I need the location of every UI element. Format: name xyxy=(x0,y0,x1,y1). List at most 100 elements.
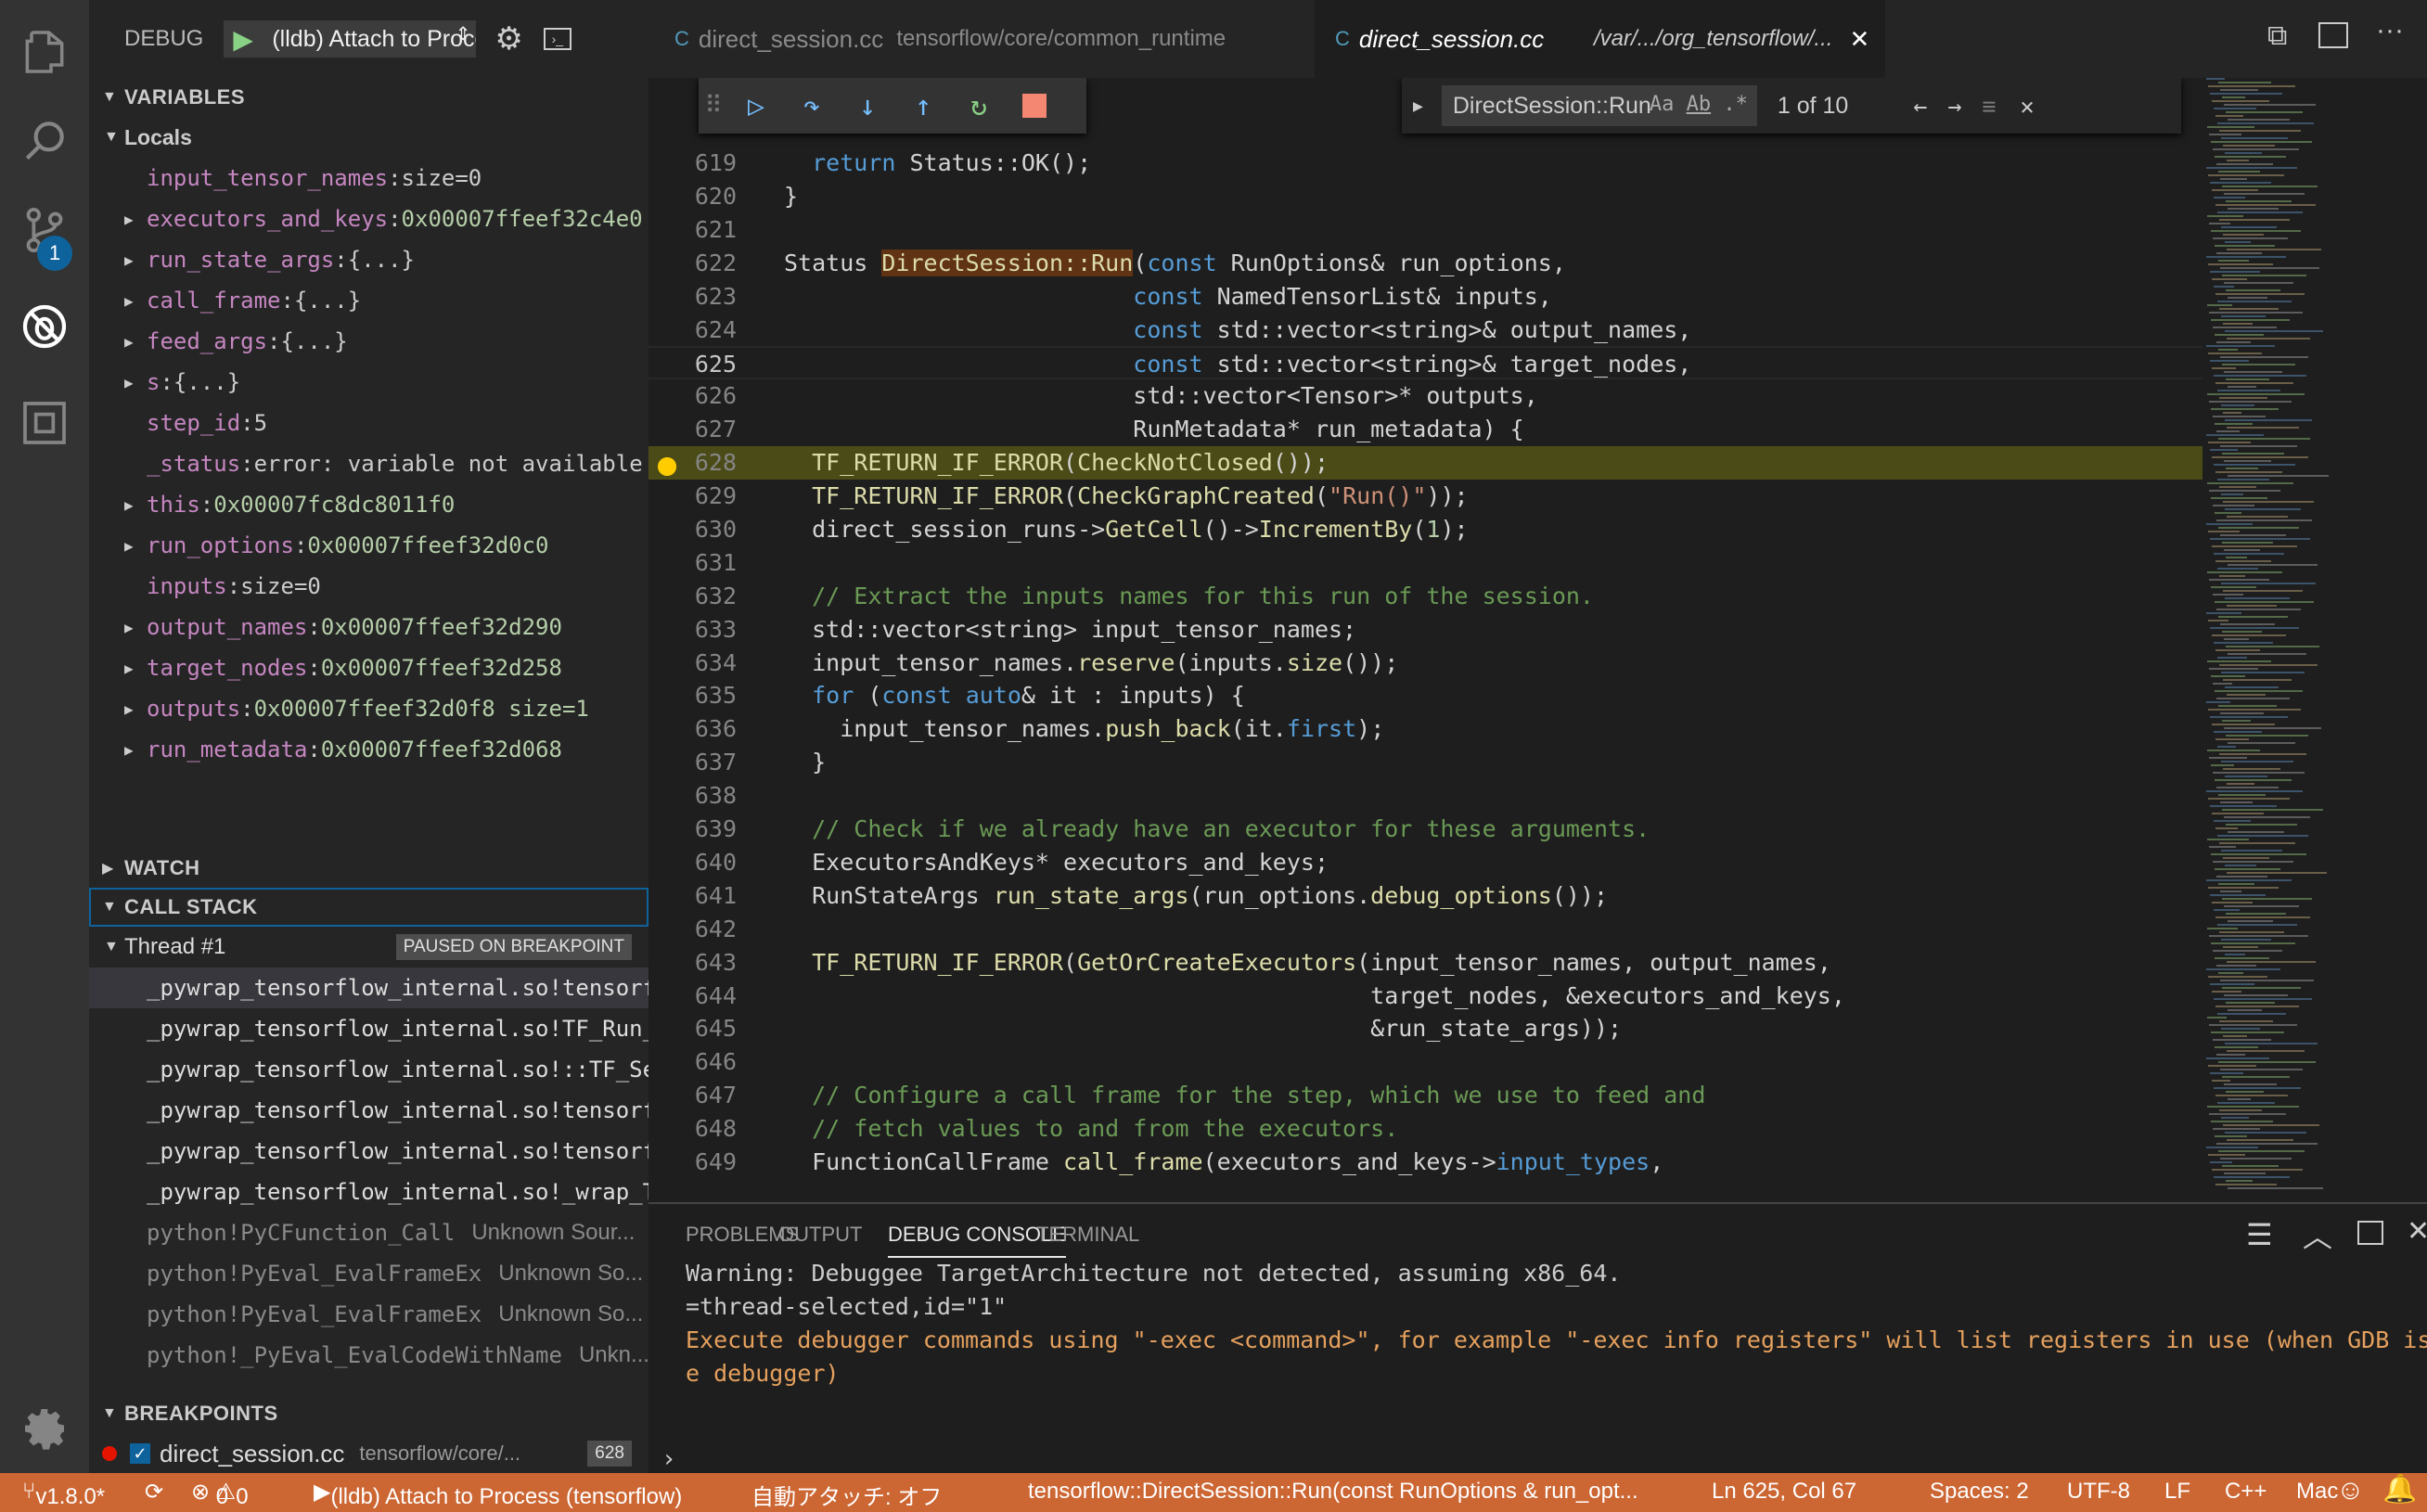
code-line[interactable]: 637 } xyxy=(648,746,2207,779)
code-line[interactable]: 636 input_tensor_names.push_back(it.firs… xyxy=(648,712,2207,746)
code-line[interactable]: 644 target_nodes, &executors_and_keys, xyxy=(648,980,2207,1013)
debug-icon[interactable] xyxy=(0,282,89,371)
expand-chevron-icon[interactable]: ▶ xyxy=(124,251,134,269)
code-line[interactable]: 641 RunStateArgs run_state_args(run_opti… xyxy=(648,879,2207,913)
step-over-icon[interactable]: ↷ xyxy=(784,78,840,134)
watch-section-header[interactable]: ▶ WATCH xyxy=(89,849,648,888)
tab-direct-session-inactive[interactable]: C direct_session.cc tensorflow/core/commo… xyxy=(648,0,1315,78)
expand-chevron-icon[interactable]: ▶ xyxy=(124,333,134,351)
sync-icon[interactable]: ⟳ xyxy=(145,1479,163,1506)
variable-run_state_args[interactable]: ▶ run_state_args: {...} xyxy=(89,239,648,280)
disconnect-icon[interactable] xyxy=(1007,78,1062,134)
toggle-replace-icon[interactable]: ▶ xyxy=(1413,96,1423,116)
eol-status[interactable]: LF xyxy=(2164,1479,2190,1505)
launch-config-select[interactable]: ▶ (lldb) Attach to Process ⇕ xyxy=(224,20,477,58)
code-line[interactable]: 638 xyxy=(648,779,2207,813)
indentation-status[interactable]: Spaces: 2 xyxy=(1930,1479,2029,1505)
expand-chevron-icon[interactable]: ▶ xyxy=(124,537,134,555)
variable-executors_and_keys[interactable]: ▶ executors_and_keys: 0x00007ffeef32c4e0 xyxy=(89,199,648,239)
expand-chevron-icon[interactable]: ▶ xyxy=(124,741,134,759)
split-editor-icon[interactable] xyxy=(2318,22,2348,48)
language-mode[interactable]: C++ xyxy=(2225,1479,2266,1505)
expand-chevron-icon[interactable]: ▶ xyxy=(124,211,134,228)
encoding-status[interactable]: UTF-8 xyxy=(2067,1479,2130,1505)
explorer-icon[interactable] xyxy=(0,7,89,96)
code-line[interactable]: 621 xyxy=(648,213,2207,247)
code-line[interactable]: 633 std::vector<string> input_tensor_nam… xyxy=(648,613,2207,647)
panel-tab-output[interactable]: OUTPUT xyxy=(778,1223,862,1247)
expand-chevron-icon[interactable]: ▶ xyxy=(124,660,134,677)
code-line[interactable]: 630 direct_session_runs->GetCell()->Incr… xyxy=(648,513,2207,546)
previous-match-icon[interactable]: ← xyxy=(1913,93,1927,120)
continue-icon[interactable]: ▷ xyxy=(728,78,784,134)
next-match-icon[interactable]: → xyxy=(1947,93,1961,120)
code-line[interactable]: 628 TF_RETURN_IF_ERROR(CheckNotClosed())… xyxy=(648,446,2207,481)
variable-step_id[interactable]: step_id: 5 xyxy=(89,403,648,443)
variable-outputs[interactable]: ▶ outputs: 0x00007ffeef32d0f8 size=1 xyxy=(89,688,648,729)
step-into-icon[interactable]: ↓ xyxy=(840,78,895,134)
code-line[interactable]: 619 return Status::OK(); xyxy=(648,147,2207,180)
step-out-icon[interactable]: ↑ xyxy=(895,78,951,134)
locals-scope[interactable]: ▼ Locals xyxy=(89,117,648,158)
problems-status[interactable]: ⊗ 0 ⚠ 0 xyxy=(191,1479,249,1509)
breakpoint-checkbox[interactable]: ✓ xyxy=(130,1443,150,1464)
stack-frame[interactable]: _pywrap_tensorflow_internal.so!::TF_Sess… xyxy=(89,1049,648,1090)
stack-frame[interactable]: _pywrap_tensorflow_internal.so!tensorflo… xyxy=(89,967,648,1008)
branch-status[interactable]: ⑂ v1.8.0* xyxy=(22,1479,105,1509)
code-line[interactable]: 639 // Check if we already have an execu… xyxy=(648,813,2207,846)
close-find-icon[interactable]: ✕ xyxy=(2020,93,2034,120)
variable-feed_args[interactable]: ▶ feed_args: {...} xyxy=(89,321,648,362)
breakpoint-item[interactable]: ✓ direct_session.cc tensorflow/core/... … xyxy=(89,1433,648,1473)
variable-target_nodes[interactable]: ▶ target_nodes: 0x00007ffeef32d258 xyxy=(89,647,648,688)
variable-run_options[interactable]: ▶ run_options: 0x00007ffeef32d0c0 xyxy=(89,525,648,566)
expand-chevron-icon[interactable]: ▶ xyxy=(124,700,134,718)
panel-tab-terminal[interactable]: TERMINAL xyxy=(1036,1223,1139,1247)
current-function-status[interactable]: tensorflow::DirectSession::Run(const Run… xyxy=(1028,1479,1638,1505)
code-line[interactable]: 624 const std::vector<string>& output_na… xyxy=(648,314,2207,347)
expand-chevron-icon[interactable]: ▶ xyxy=(124,292,134,310)
code-line[interactable]: 634 input_tensor_names.reserve(inputs.si… xyxy=(648,647,2207,680)
expand-chevron-icon[interactable]: ▶ xyxy=(124,496,134,514)
open-changes-icon[interactable]: ⧉ xyxy=(2267,20,2287,52)
variable-_status[interactable]: _status: error: variable not available xyxy=(89,443,648,484)
more-actions-icon[interactable]: ··· xyxy=(2376,15,2404,46)
code-line[interactable]: 646 xyxy=(648,1045,2207,1079)
code-line[interactable]: 635 for (const auto& it : inputs) { xyxy=(648,679,2207,712)
debug-console-icon[interactable]: ›_ xyxy=(543,28,571,50)
stack-frame[interactable]: _pywrap_tensorflow_internal.so!tensorflo… xyxy=(89,1131,648,1172)
stack-frame[interactable]: python!_PyEval_EvalCodeWithName Unkn... xyxy=(89,1335,648,1376)
code-line[interactable]: 629 TF_RETURN_IF_ERROR(CheckGraphCreated… xyxy=(648,480,2207,513)
variable-s[interactable]: ▶ s: {...} xyxy=(89,362,648,403)
toggle-panel-position-icon[interactable] xyxy=(2357,1221,2383,1245)
find-input[interactable]: DirectSession::Run Aa Ab .* xyxy=(1441,85,1757,126)
minimap[interactable] xyxy=(2202,78,2427,1202)
stack-frame[interactable]: python!PyCFunction_Call Unknown Sour... xyxy=(89,1212,648,1253)
tab-active-content[interactable]: C direct_session.cc xyxy=(1315,0,1613,78)
code-editor[interactable]: 619 return Status::OK(); 620} 621 622 Status… xyxy=(648,78,2427,1202)
thread-item[interactable]: ▼ Thread #1 PAUSED ON BREAKPOINT xyxy=(89,927,648,967)
source-control-icon[interactable]: 1 xyxy=(0,186,89,275)
variable-output_names[interactable]: ▶ output_names: 0x00007ffeef32d290 xyxy=(89,607,648,647)
code-line[interactable]: 626 std::vector<Tensor>* outputs, xyxy=(648,379,2207,413)
variables-section-header[interactable]: ▼ VARIABLES xyxy=(89,78,648,117)
breakpoints-section-header[interactable]: ▼ BREAKPOINTS xyxy=(89,1394,648,1433)
variable-call_frame[interactable]: ▶ call_frame: {...} xyxy=(89,280,648,321)
variable-run_metadata[interactable]: ▶ run_metadata: 0x00007ffeef32d068 xyxy=(89,729,648,770)
maximize-panel-icon[interactable]: ︿ xyxy=(2303,1213,2332,1256)
close-tab-icon[interactable]: ✕ xyxy=(1849,25,1869,54)
code-line[interactable]: 647 // Configure a call frame for the st… xyxy=(648,1079,2207,1112)
code-line[interactable]: 632 // Extract the inputs names for this… xyxy=(648,580,2207,613)
find-in-selection-icon[interactable]: ≡ xyxy=(1982,93,1996,120)
code-line[interactable]: 648 // fetch values to and from the exec… xyxy=(648,1112,2207,1146)
code-line[interactable]: 623 const NamedTensorList& inputs, xyxy=(648,280,2207,314)
stack-frame[interactable]: _pywrap_tensorflow_internal.so!_wrap_TF_… xyxy=(89,1172,648,1212)
clear-console-icon[interactable]: ☰ xyxy=(2246,1217,2273,1252)
platform-status[interactable]: Mac xyxy=(2296,1479,2338,1505)
code-line[interactable]: 631 xyxy=(648,546,2207,580)
call-stack-section-header[interactable]: ▼ CALL STACK xyxy=(89,888,648,927)
code-line[interactable]: 643 TF_RETURN_IF_ERROR(GetOrCreateExecut… xyxy=(648,946,2207,980)
stack-frame[interactable]: _pywrap_tensorflow_internal.so!TF_Run_He… xyxy=(89,1008,648,1049)
code-line[interactable]: 627 RunMetadata* run_metadata) { xyxy=(648,413,2207,446)
expand-chevron-icon[interactable]: ▶ xyxy=(124,619,134,636)
console-prompt-icon[interactable]: › xyxy=(661,1445,676,1473)
